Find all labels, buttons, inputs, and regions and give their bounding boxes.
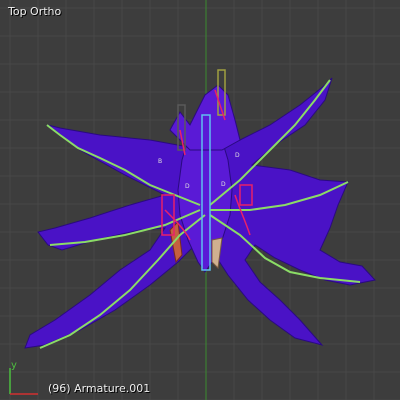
bone-label: D [221, 181, 226, 188]
view-name-label: Top Ortho [8, 5, 62, 18]
bone-label: D [235, 152, 240, 159]
axis-gizmo[interactable]: y [9, 360, 38, 395]
bat-mesh[interactable] [24, 77, 376, 349]
bone-label: D [185, 183, 190, 190]
head-mesh[interactable] [169, 84, 241, 151]
viewport-canvas[interactable]: D D D B y [0, 0, 400, 400]
3d-viewport[interactable]: D D D B y Top Ortho (96) Armature.001 [0, 0, 400, 400]
y-axis-gizmo-label: y [11, 360, 17, 371]
active-object-info: (96) Armature.001 [48, 382, 151, 395]
bone-label: B [158, 158, 162, 165]
